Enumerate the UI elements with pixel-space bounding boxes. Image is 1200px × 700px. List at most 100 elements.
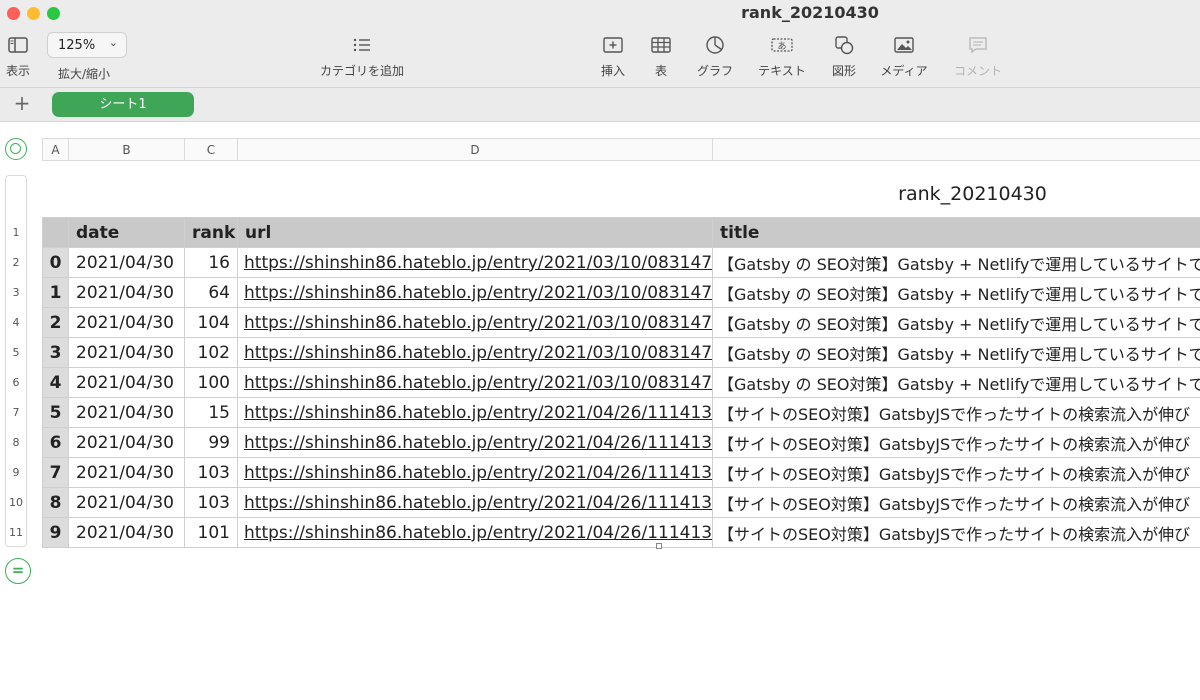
column-header[interactable]: A xyxy=(43,139,69,160)
view-button[interactable]: 表示 xyxy=(4,33,32,79)
index-cell[interactable]: 7 xyxy=(42,457,69,488)
url-cell[interactable]: https://shinshin86.hateblo.jp/entry/2021… xyxy=(237,487,713,518)
table-title[interactable]: rank_20210430 xyxy=(860,183,1085,205)
row-number[interactable]: 8 xyxy=(5,436,27,449)
header-cell[interactable]: url xyxy=(237,217,713,248)
rank-cell[interactable]: 102 xyxy=(184,337,238,368)
date-cell[interactable]: 2021/04/30 xyxy=(68,487,185,518)
formula-icon[interactable]: = xyxy=(5,558,31,584)
header-cell[interactable]: date xyxy=(68,217,185,248)
table-row: 8 2021/04/30 103 https://shinshin86.hate… xyxy=(42,487,1200,518)
row-number[interactable]: 3 xyxy=(5,286,27,299)
date-cell[interactable]: 2021/04/30 xyxy=(68,397,185,428)
row-number[interactable]: 10 xyxy=(5,496,27,509)
media-button[interactable]: メディア xyxy=(874,33,934,79)
rank-cell[interactable]: 101 xyxy=(184,517,238,548)
row-number[interactable]: 6 xyxy=(5,376,27,389)
row-number[interactable]: 1 xyxy=(5,226,27,239)
column-header[interactable]: C xyxy=(185,139,238,160)
date-cell[interactable]: 2021/04/30 xyxy=(68,337,185,368)
index-cell[interactable]: 8 xyxy=(42,487,69,518)
title-cell[interactable]: 【サイトのSEO対策】GatsbyJSで作ったサイトの検索流入が伸び xyxy=(712,397,1200,428)
column-header[interactable]: B xyxy=(69,139,185,160)
rank-cell[interactable]: 103 xyxy=(184,457,238,488)
url-cell[interactable]: https://shinshin86.hateblo.jp/entry/2021… xyxy=(237,457,713,488)
close-window-button[interactable] xyxy=(7,7,20,20)
date-cell[interactable]: 2021/04/30 xyxy=(68,247,185,278)
media-label: メディア xyxy=(880,64,928,78)
row-number[interactable]: 7 xyxy=(5,406,27,419)
url-cell[interactable]: https://shinshin86.hateblo.jp/entry/2021… xyxy=(237,247,713,278)
select-table-icon[interactable] xyxy=(5,138,27,160)
index-cell[interactable]: 3 xyxy=(42,337,69,368)
index-cell[interactable]: 5 xyxy=(42,397,69,428)
rank-cell[interactable]: 99 xyxy=(184,427,238,458)
index-cell[interactable]: 9 xyxy=(42,517,69,548)
url-cell[interactable]: https://shinshin86.hateblo.jp/entry/2021… xyxy=(237,397,713,428)
row-gutter-handle[interactable] xyxy=(5,175,27,217)
zoom-value: 125% xyxy=(58,38,96,53)
header-cell[interactable]: rank xyxy=(184,217,238,248)
date-cell[interactable]: 2021/04/30 xyxy=(68,517,185,548)
shape-button[interactable]: 図形 xyxy=(826,33,862,79)
shape-icon xyxy=(835,36,854,55)
pie-chart-icon xyxy=(706,36,724,54)
rank-cell[interactable]: 100 xyxy=(184,367,238,398)
row-number[interactable]: 11 xyxy=(5,526,27,539)
title-cell[interactable]: 【サイトのSEO対策】GatsbyJSで作ったサイトの検索流入が伸び xyxy=(712,427,1200,458)
title-cell[interactable]: 【Gatsby の SEO対策】Gatsby + Netlifyで運用しているサ… xyxy=(712,337,1200,368)
text-box-icon: あ xyxy=(771,38,793,52)
sheet-tab-active[interactable]: シート1 xyxy=(52,92,194,117)
row-number[interactable]: 9 xyxy=(5,466,27,479)
date-cell[interactable]: 2021/04/30 xyxy=(68,277,185,308)
rank-cell[interactable]: 64 xyxy=(184,277,238,308)
title-cell[interactable]: 【Gatsby の SEO対策】Gatsby + Netlifyで運用しているサ… xyxy=(712,367,1200,398)
url-cell[interactable]: https://shinshin86.hateblo.jp/entry/2021… xyxy=(237,337,713,368)
rank-cell[interactable]: 104 xyxy=(184,307,238,338)
title-cell[interactable]: 【サイトのSEO対策】GatsbyJSで作ったサイトの検索流入が伸び xyxy=(712,457,1200,488)
header-cell[interactable] xyxy=(42,217,69,248)
date-cell[interactable]: 2021/04/30 xyxy=(68,457,185,488)
title-cell[interactable]: 【サイトのSEO対策】GatsbyJSで作ったサイトの検索流入が伸び xyxy=(712,487,1200,518)
header-cell[interactable]: title xyxy=(712,217,1200,248)
url-cell[interactable]: https://shinshin86.hateblo.jp/entry/2021… xyxy=(237,307,713,338)
zoom-select[interactable]: 125% ⌄ xyxy=(47,32,127,58)
insert-button[interactable]: 挿入 xyxy=(595,33,631,79)
date-cell[interactable]: 2021/04/30 xyxy=(68,307,185,338)
table-resize-handle[interactable] xyxy=(656,543,662,549)
url-cell[interactable]: https://shinshin86.hateblo.jp/entry/2021… xyxy=(237,427,713,458)
url-cell[interactable]: https://shinshin86.hateblo.jp/entry/2021… xyxy=(237,517,713,548)
column-header[interactable]: D xyxy=(238,139,713,160)
index-cell[interactable]: 6 xyxy=(42,427,69,458)
rank-cell[interactable]: 103 xyxy=(184,487,238,518)
minimize-window-button[interactable] xyxy=(27,7,40,20)
title-cell[interactable]: 【サイトのSEO対策】GatsbyJSで作ったサイトの検索流入が伸び xyxy=(712,517,1200,548)
row-number[interactable]: 5 xyxy=(5,346,27,359)
text-button[interactable]: あ テキスト xyxy=(752,33,812,79)
plus-icon[interactable]: + xyxy=(12,91,32,115)
index-cell[interactable]: 1 xyxy=(42,277,69,308)
table-button[interactable]: 表 xyxy=(646,33,676,79)
title-cell[interactable]: 【Gatsby の SEO対策】Gatsby + Netlifyで運用しているサ… xyxy=(712,277,1200,308)
maximize-window-button[interactable] xyxy=(47,7,60,20)
rank-cell[interactable]: 16 xyxy=(184,247,238,278)
comment-button[interactable]: コメント xyxy=(948,33,1008,79)
table-row: 1 2021/04/30 64 https://shinshin86.hateb… xyxy=(42,277,1200,308)
data-table: date rank url title 0 2021/04/30 16 http… xyxy=(42,217,1200,548)
row-number[interactable]: 2 xyxy=(5,256,27,269)
rank-cell[interactable]: 15 xyxy=(184,397,238,428)
title-cell[interactable]: 【Gatsby の SEO対策】Gatsby + Netlifyで運用しているサ… xyxy=(712,307,1200,338)
table-icon xyxy=(651,37,671,53)
row-number[interactable]: 4 xyxy=(5,316,27,329)
add-category-button[interactable]: カテゴリを追加 xyxy=(310,33,414,79)
shape-label: 図形 xyxy=(831,64,856,78)
date-cell[interactable]: 2021/04/30 xyxy=(68,427,185,458)
url-cell[interactable]: https://shinshin86.hateblo.jp/entry/2021… xyxy=(237,277,713,308)
index-cell[interactable]: 2 xyxy=(42,307,69,338)
title-cell[interactable]: 【Gatsby の SEO対策】Gatsby + Netlifyで運用しているサ… xyxy=(712,247,1200,278)
chart-button[interactable]: グラフ xyxy=(692,33,738,79)
url-cell[interactable]: https://shinshin86.hateblo.jp/entry/2021… xyxy=(237,367,713,398)
index-cell[interactable]: 0 xyxy=(42,247,69,278)
index-cell[interactable]: 4 xyxy=(42,367,69,398)
date-cell[interactable]: 2021/04/30 xyxy=(68,367,185,398)
